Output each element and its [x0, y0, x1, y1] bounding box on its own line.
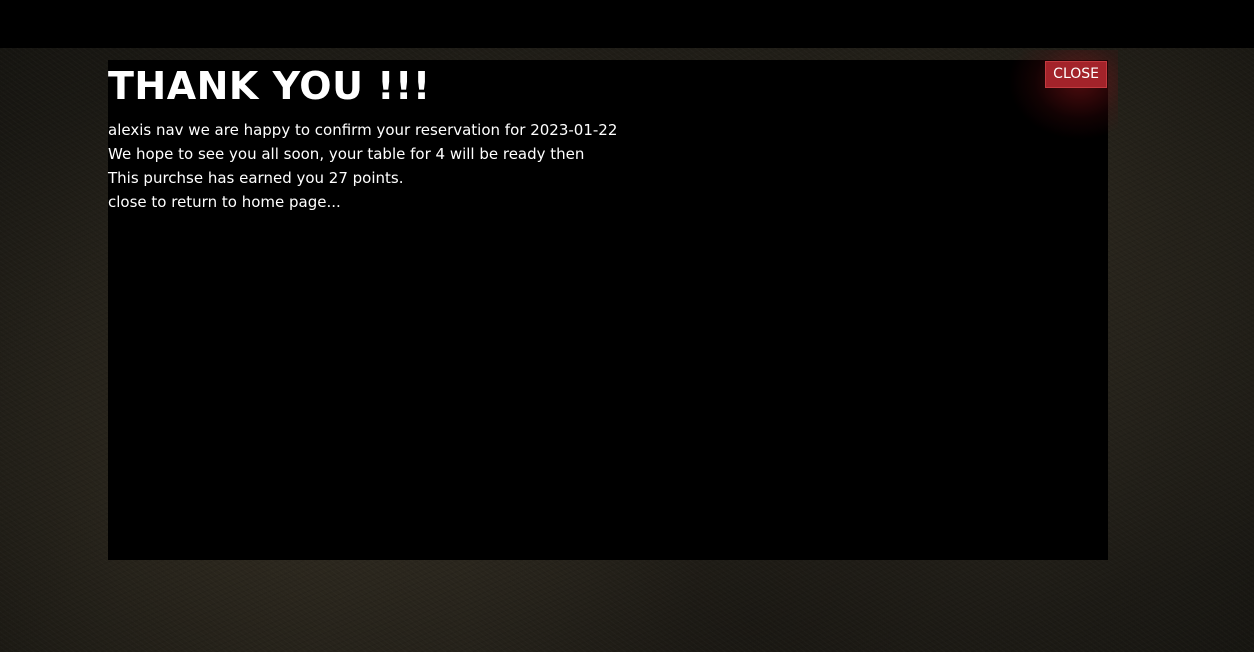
modal-title: THANK YOU !!!	[108, 64, 431, 108]
confirmation-modal: THANK YOU !!! alexis nav we are happy to…	[108, 50, 1118, 560]
reservation-confirmation-text: alexis nav we are happy to confirm your …	[108, 121, 618, 139]
close-button[interactable]: CLOSE	[1045, 61, 1107, 88]
return-home-hint-text: close to return to home page...	[108, 193, 341, 211]
table-ready-text: We hope to see you all soon, your table …	[108, 145, 585, 163]
modal-message: alexis nav we are happy to confirm your …	[108, 118, 617, 214]
points-earned-text: This purchse has earned you 27 points.	[108, 169, 404, 187]
top-navigation-bar	[0, 0, 1254, 48]
